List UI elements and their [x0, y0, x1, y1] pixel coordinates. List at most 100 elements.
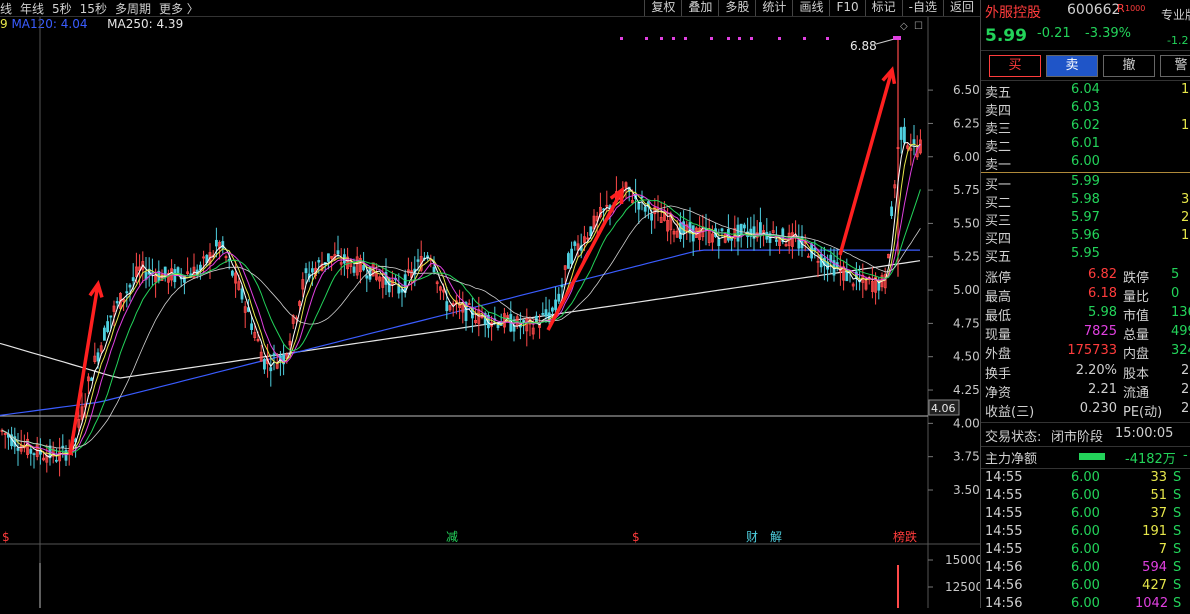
checkbox-icon[interactable]: ☐: [914, 21, 923, 32]
ask-row[interactable]: 卖五 6.04 1: [985, 82, 1190, 101]
level-label: 买五: [985, 250, 1012, 265]
tick-price: 6.00: [1071, 488, 1100, 503]
tick-side: S: [1173, 488, 1182, 503]
y-tick-label: 4.50: [953, 350, 980, 364]
fundamental-row: 收益(三) 0.230 PE(动) 2: [985, 401, 1190, 420]
period-tab[interactable]: 年线: [20, 2, 44, 16]
event-marker[interactable]: 解: [770, 530, 782, 544]
period-tab[interactable]: 多周期: [115, 2, 151, 16]
toolbar-button[interactable]: F10: [829, 0, 864, 16]
level-price: 5.98: [1071, 192, 1100, 207]
fund-label: 净资: [985, 386, 1012, 401]
period-tab[interactable]: 线: [0, 2, 12, 16]
toolbar-button[interactable]: 多股: [718, 0, 755, 16]
trade-status-value: 闭市阶段: [1051, 430, 1104, 445]
side-value: -1.2: [1167, 34, 1189, 47]
level-price: 5.97: [1071, 210, 1100, 225]
tick-volume: 427: [1142, 578, 1167, 593]
stat-row: 现量 7825 总量 499: [985, 324, 1190, 343]
stat-label: 最低: [985, 309, 1012, 324]
candlesticks: [0, 39, 922, 477]
trade-status-label: 交易状态:: [985, 430, 1042, 445]
period-tab[interactable]: 更多 〉: [159, 2, 199, 16]
tick-price: 6.00: [1071, 470, 1100, 485]
bid-row[interactable]: 买二 5.98 3: [985, 192, 1190, 211]
side-badge[interactable]: 专业版: [1161, 6, 1190, 23]
bid-row[interactable]: 买四 5.96 1: [985, 228, 1190, 247]
level-volume: 2: [1181, 210, 1190, 225]
event-marker[interactable]: $: [2, 530, 10, 544]
y-tick-label: 4.75: [953, 316, 980, 330]
fund-label-2: 股本: [1123, 367, 1150, 382]
buy-button[interactable]: 买: [989, 55, 1041, 77]
level-label: 买二: [985, 196, 1012, 211]
toolbar-button[interactable]: 返回: [942, 0, 980, 16]
stat-value-2: 324: [1171, 343, 1190, 358]
toolbar-button[interactable]: 叠加: [681, 0, 718, 16]
y-tick-label: 6.25: [953, 116, 980, 130]
fund-label-2: PE(动): [1123, 405, 1163, 420]
stock-tag-sub: 1000: [1125, 4, 1146, 13]
signal-dot: [672, 37, 675, 40]
tick-volume: 33: [1150, 470, 1167, 485]
ask-row[interactable]: 卖三 6.02 1: [985, 118, 1190, 137]
level-label: 买三: [985, 214, 1012, 229]
y-tick-label: 5.00: [953, 283, 980, 297]
y-tick-label: 4.25: [953, 383, 980, 397]
signal-dot: [826, 37, 829, 40]
level-volume: 3: [1181, 192, 1190, 207]
stat-value: 5.98: [1088, 305, 1117, 320]
stat-row: 最高 6.18 量比 0: [985, 286, 1190, 305]
level-label: 买一: [985, 178, 1012, 193]
tick-side: S: [1173, 542, 1182, 557]
main-flow-value: -4182万: [1125, 452, 1176, 467]
alert-button[interactable]: 警: [1160, 55, 1190, 77]
main-flow-suffix: -: [1183, 448, 1188, 463]
bid-row[interactable]: 买一 5.99: [985, 174, 1190, 193]
event-marker[interactable]: 财: [746, 530, 758, 544]
signal-dot: [660, 37, 663, 40]
level-volume: 1: [1181, 82, 1190, 97]
ask-row[interactable]: 卖四 6.03: [985, 100, 1190, 119]
stat-value: 175733: [1067, 343, 1117, 358]
stat-label: 涨停: [985, 271, 1012, 286]
event-marker[interactable]: 榜跌: [893, 529, 917, 544]
stock-code: 600662: [1067, 2, 1121, 18]
diamond-icon[interactable]: ◇: [900, 21, 908, 32]
tick-time: 14:56: [985, 560, 1023, 575]
main-flow-label: 主力净额: [985, 452, 1038, 467]
tick-time: 14:55: [985, 542, 1023, 557]
tick-time: 14:56: [985, 596, 1023, 611]
level-price: 6.03: [1071, 100, 1100, 115]
period-tab[interactable]: 5秒: [52, 2, 72, 16]
event-marker[interactable]: $: [632, 530, 640, 544]
kline-chart[interactable]: 6.50 6.25 6.00 5.75 5.50 5.25 5.00 4.75 4.50 4.25…: [0, 17, 980, 608]
stock-name: 外服控股: [985, 5, 1041, 21]
trend-arrow: [546, 189, 624, 331]
bid-row[interactable]: 买五 5.95: [985, 246, 1190, 265]
event-marker[interactable]: 减: [446, 530, 458, 544]
cancel-button[interactable]: 撤: [1103, 55, 1155, 77]
ask-row[interactable]: 卖二 6.01: [985, 136, 1190, 155]
tick-volume: 51: [1150, 488, 1167, 503]
toolbar-button[interactable]: 复权: [644, 0, 681, 16]
sell-button[interactable]: 卖: [1046, 55, 1098, 77]
period-tab[interactable]: 15秒: [80, 2, 107, 16]
toolbar-button[interactable]: -自选: [901, 0, 943, 16]
level-price: 5.96: [1071, 228, 1100, 243]
tick-side: S: [1173, 524, 1182, 539]
tick-price: 6.00: [1071, 542, 1100, 557]
trade-status-time: 15:00:05: [1115, 426, 1174, 441]
ask-row[interactable]: 卖一 6.00: [985, 154, 1190, 173]
toolbar-button[interactable]: 统计: [755, 0, 792, 16]
signal-dot: [750, 37, 753, 40]
stat-value-2: 0: [1171, 286, 1180, 301]
fund-label-2: 流通: [1123, 386, 1150, 401]
stat-label: 现量: [985, 328, 1012, 343]
level-label: 买四: [985, 232, 1012, 247]
stat-label: 最高: [985, 290, 1012, 305]
toolbar-button[interactable]: 画线: [792, 0, 829, 16]
bid-row[interactable]: 买三 5.97 2: [985, 210, 1190, 229]
price-change-pct: -3.39%: [1085, 26, 1131, 41]
toolbar-button[interactable]: 标记: [864, 0, 902, 16]
